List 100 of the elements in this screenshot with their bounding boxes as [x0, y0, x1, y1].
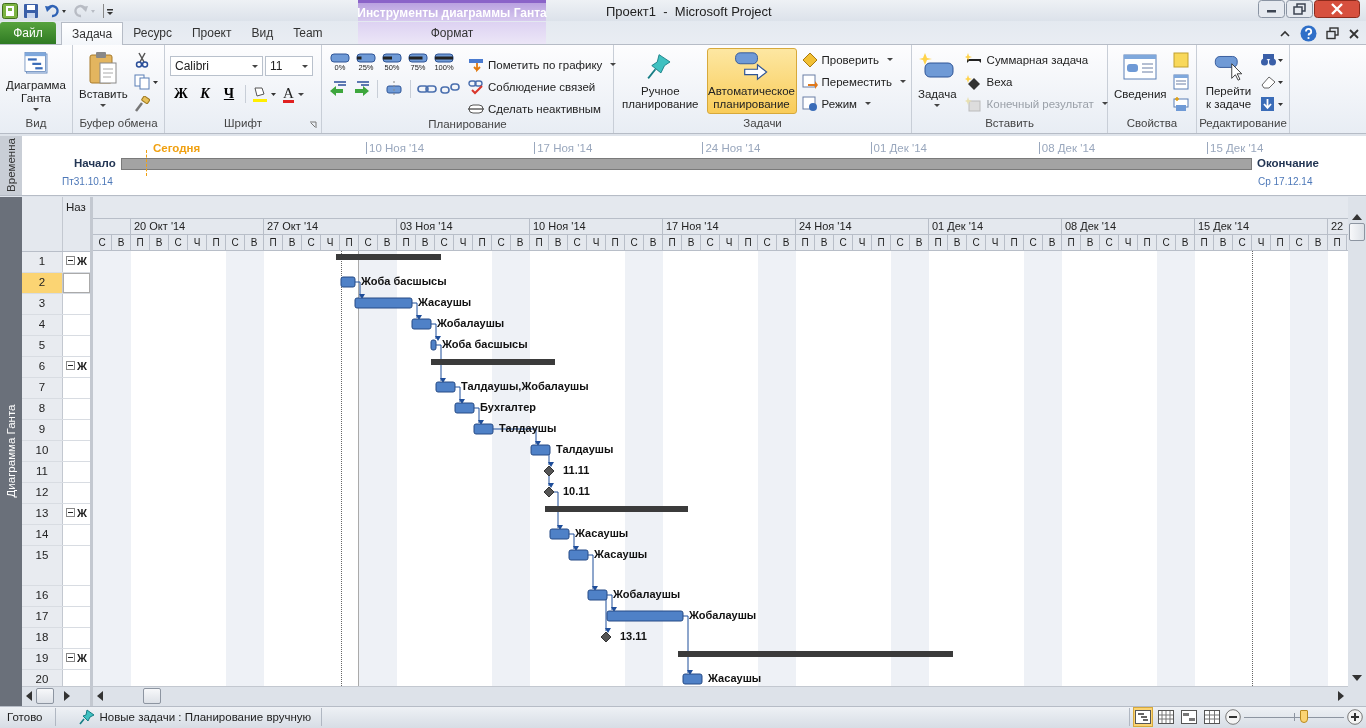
- close-button[interactable]: [1314, 0, 1360, 18]
- task-command-button[interactable]: Проверить: [799, 50, 908, 70]
- task-bar[interactable]: [411, 318, 432, 330]
- gantt-chart-button[interactable]: Диаграмма Ганта: [3, 48, 69, 115]
- task-bar[interactable]: [568, 549, 589, 561]
- eraser-icon[interactable]: [1260, 74, 1286, 91]
- slider-thumb[interactable]: [1300, 710, 1308, 724]
- view-shortcut-button[interactable]: [1133, 707, 1153, 728]
- summary-bar[interactable]: [431, 358, 555, 365]
- zoom-out-button[interactable]: [1225, 709, 1241, 726]
- row-number[interactable]: 13: [22, 503, 63, 524]
- customize-toolbar-icon[interactable]: [102, 2, 114, 19]
- pin-icon[interactable]: [77, 708, 96, 727]
- font-name-field[interactable]: Calibri: [170, 56, 263, 77]
- information-button[interactable]: Сведения: [1111, 48, 1170, 115]
- find-icon[interactable]: [1260, 52, 1286, 69]
- row-number[interactable]: 14: [22, 524, 63, 545]
- collapse-icon[interactable]: [66, 507, 75, 517]
- summary-bar[interactable]: [336, 253, 441, 260]
- respect-links-button[interactable]: Соблюдение связей: [466, 77, 619, 97]
- insert-task-button[interactable]: Задача: [915, 48, 960, 115]
- copy-icon[interactable]: [133, 74, 160, 91]
- task-bar[interactable]: [530, 444, 551, 456]
- row-number[interactable]: 3: [22, 293, 63, 314]
- insert-command-button[interactable]: Суммарная задача: [962, 50, 1110, 70]
- row-number[interactable]: 4: [22, 314, 63, 335]
- add-to-timeline-icon[interactable]: [1172, 96, 1189, 113]
- row-number[interactable]: 9: [22, 419, 63, 440]
- paste-button[interactable]: Вставить: [76, 48, 131, 115]
- help-icon[interactable]: [1300, 25, 1317, 43]
- collapse-icon[interactable]: [66, 255, 75, 265]
- row-number[interactable]: 15: [22, 545, 63, 585]
- restore-button[interactable]: [1286, 0, 1313, 18]
- manual-schedule-button[interactable]: Ручное планирование: [617, 48, 704, 115]
- row-number[interactable]: 16: [22, 585, 63, 606]
- format-button[interactable]: К: [194, 84, 216, 105]
- scrollbar-thumb[interactable]: [36, 688, 54, 705]
- task-bar[interactable]: [340, 276, 356, 288]
- ribbon-tab[interactable]: Team: [283, 22, 333, 45]
- task-bar[interactable]: [435, 381, 456, 393]
- scrollbar-thumb[interactable]: [143, 688, 161, 705]
- ribbon-tab[interactable]: Формат: [358, 22, 546, 45]
- collapse-icon[interactable]: [66, 360, 75, 370]
- milestone-diamond[interactable]: [543, 465, 555, 477]
- summary-bar[interactable]: [545, 505, 688, 512]
- minimize-button[interactable]: [1258, 0, 1285, 18]
- row-number[interactable]: 18: [22, 627, 63, 648]
- view-bar[interactable]: Диаграмма Ганта: [0, 196, 22, 706]
- close-icon[interactable]: [1348, 27, 1360, 40]
- row-number[interactable]: 10: [22, 440, 63, 461]
- task-command-button[interactable]: Режим: [799, 94, 908, 114]
- project-logo-icon[interactable]: [2, 2, 18, 19]
- task-bar[interactable]: [473, 423, 494, 435]
- font-color-button[interactable]: A: [281, 85, 306, 103]
- mark-on-track-button[interactable]: Пометить по графику: [466, 55, 619, 75]
- new-tasks-mode-button[interactable]: Новые задачи : Планирование вручную: [99, 711, 322, 724]
- milestone-diamond[interactable]: [600, 631, 612, 643]
- ribbon-tab[interactable]: Задача: [61, 22, 124, 46]
- collapse-icon[interactable]: [66, 652, 75, 662]
- format-painter-icon[interactable]: [133, 96, 150, 113]
- row-number[interactable]: 12: [22, 482, 63, 503]
- milestone-diamond[interactable]: [543, 486, 555, 498]
- ribbon-tab[interactable]: Ресурс: [123, 22, 182, 45]
- row-number[interactable]: 2: [22, 272, 63, 293]
- save-icon[interactable]: [23, 2, 39, 19]
- fill-down-icon[interactable]: [1260, 96, 1286, 113]
- zoom-slider[interactable]: [1244, 710, 1344, 725]
- row-number[interactable]: 8: [22, 398, 63, 419]
- fill-color-icon[interactable]: [251, 85, 279, 104]
- scroll-to-task-button[interactable]: Перейти к задаче: [1200, 48, 1257, 115]
- cut-icon[interactable]: [133, 52, 150, 69]
- insert-command-button[interactable]: Веха: [962, 72, 1110, 92]
- row-number[interactable]: 11: [22, 461, 63, 482]
- task-bar[interactable]: [587, 589, 608, 601]
- font-size-field[interactable]: 11: [265, 56, 313, 77]
- task-bar[interactable]: [454, 402, 475, 414]
- row-number[interactable]: 7: [22, 377, 63, 398]
- task-command-button[interactable]: Переместить: [799, 72, 908, 92]
- undo-icon[interactable]: [44, 2, 68, 19]
- inactivate-button[interactable]: Сделать неактивным: [466, 99, 619, 119]
- restore-window-icon[interactable]: [1326, 27, 1339, 41]
- zoom-in-button[interactable]: [1347, 709, 1363, 726]
- task-bar[interactable]: [430, 339, 437, 351]
- format-button[interactable]: Ж: [170, 84, 192, 105]
- row-number[interactable]: 19: [22, 648, 63, 669]
- task-bar[interactable]: [549, 528, 570, 540]
- file-tab[interactable]: Файл: [0, 22, 56, 45]
- scroll-down-icon[interactable]: [1352, 674, 1362, 681]
- ribbon-tab[interactable]: Проект: [181, 22, 242, 45]
- dialog-launcher-icon[interactable]: [309, 121, 317, 130]
- task-bar[interactable]: [354, 297, 413, 309]
- format-button[interactable]: Ч: [218, 84, 240, 105]
- selected-cell[interactable]: [63, 272, 90, 293]
- task-bar[interactable]: [682, 673, 703, 685]
- row-number[interactable]: 5: [22, 335, 63, 356]
- row-number[interactable]: 6: [22, 356, 63, 377]
- row-number[interactable]: 17: [22, 606, 63, 627]
- auto-schedule-button[interactable]: Автоматическое планирование: [706, 48, 797, 115]
- outdent-icon[interactable]: [328, 80, 348, 99]
- ribbon-tab[interactable]: Вид: [241, 22, 284, 45]
